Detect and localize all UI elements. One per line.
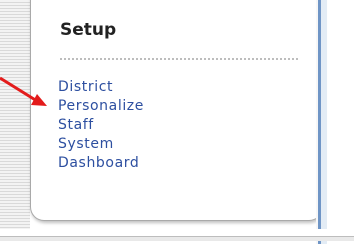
red-arrow-icon — [0, 76, 47, 106]
arrow-shaft — [0, 76, 38, 103]
